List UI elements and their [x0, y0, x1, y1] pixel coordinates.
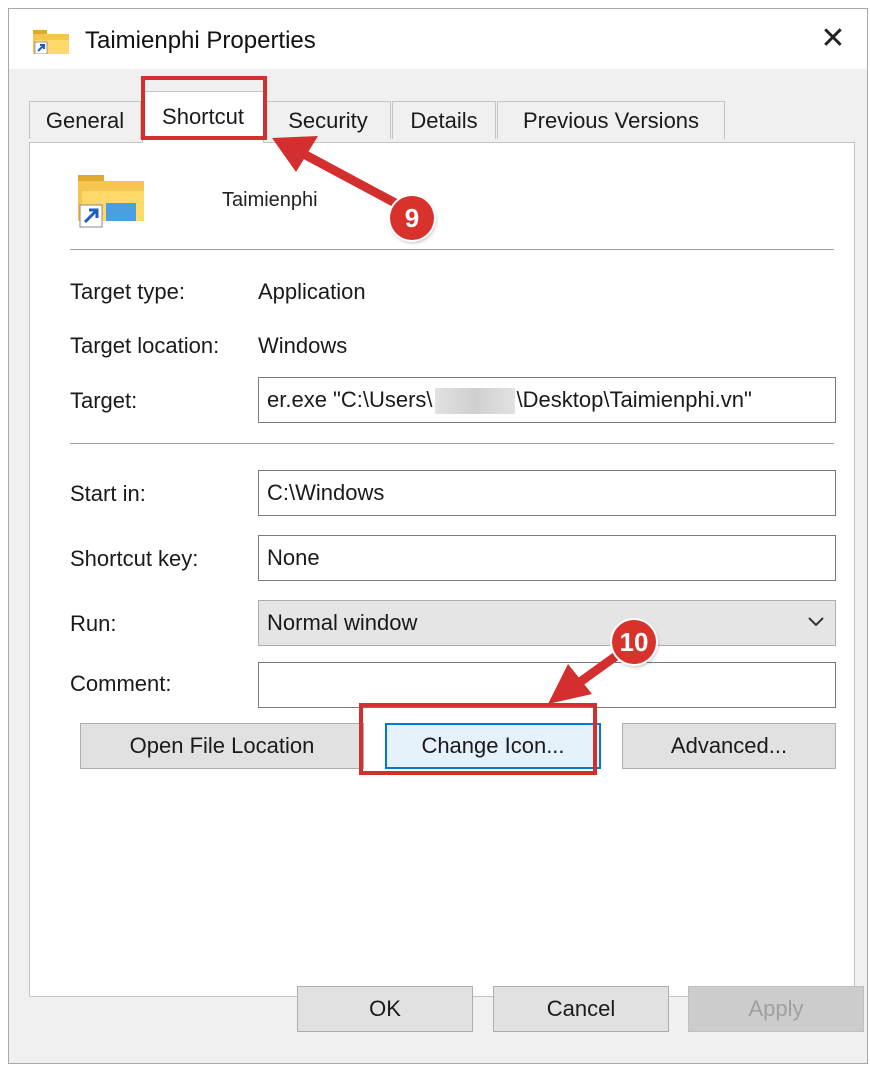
properties-dialog: Taimienphi Properties ✕ General Shortcut…: [8, 8, 868, 1064]
ok-button[interactable]: OK: [297, 986, 473, 1032]
folder-shortcut-icon: [33, 30, 69, 54]
separator: [70, 249, 834, 251]
tab-security[interactable]: Security: [265, 101, 391, 139]
window-title: Taimienphi Properties: [85, 27, 316, 54]
shortcut-name: Taimienphi: [222, 189, 318, 211]
shortcut-key-input[interactable]: None: [258, 535, 836, 581]
step-badge-10: 10: [612, 620, 656, 664]
highlight-change-icon: [359, 703, 597, 775]
start-in-input[interactable]: C:\Windows: [258, 470, 836, 516]
start-in-label: Start in:: [70, 481, 146, 506]
run-select-value: Normal window: [267, 610, 418, 635]
separator: [70, 443, 834, 445]
comment-label: Comment:: [70, 671, 172, 696]
run-select[interactable]: Normal window: [258, 600, 836, 646]
highlight-shortcut-tab: [141, 76, 267, 140]
target-type-label: Target type:: [70, 279, 185, 304]
chevron-down-icon: [808, 617, 824, 627]
folder-shortcut-icon: [78, 175, 144, 228]
redacted-username: [434, 388, 515, 415]
run-label: Run:: [70, 611, 117, 636]
target-location-label: Target location:: [70, 333, 220, 358]
apply-button[interactable]: Apply: [688, 986, 864, 1032]
step-badge-9: 9: [390, 196, 434, 240]
title-bar: Taimienphi Properties ✕: [9, 9, 867, 69]
target-value-end: \Desktop\Taimienphi.vn": [516, 387, 752, 412]
shortcut-key-label: Shortcut key:: [70, 546, 199, 571]
comment-input[interactable]: [258, 662, 836, 708]
tab-details[interactable]: Details: [392, 101, 496, 139]
target-value-start: er.exe "C:\Users\: [267, 387, 433, 412]
tab-previous-versions[interactable]: Previous Versions: [497, 101, 725, 139]
cancel-button[interactable]: Cancel: [493, 986, 669, 1032]
close-button[interactable]: ✕: [813, 21, 853, 57]
target-input[interactable]: er.exe "C:\Users\ \Desktop\Taimienphi.vn": [258, 377, 836, 423]
advanced-button[interactable]: Advanced...: [622, 723, 836, 769]
target-label: Target:: [70, 388, 138, 413]
shortcut-panel: Taimienphi Target type: Application Targ…: [29, 142, 855, 997]
target-location-value: Windows: [258, 333, 348, 358]
open-file-location-button[interactable]: Open File Location: [80, 723, 364, 769]
tab-general[interactable]: General: [29, 101, 141, 139]
target-type-value: Application: [258, 279, 366, 304]
close-icon[interactable]: ✕: [820, 22, 845, 55]
